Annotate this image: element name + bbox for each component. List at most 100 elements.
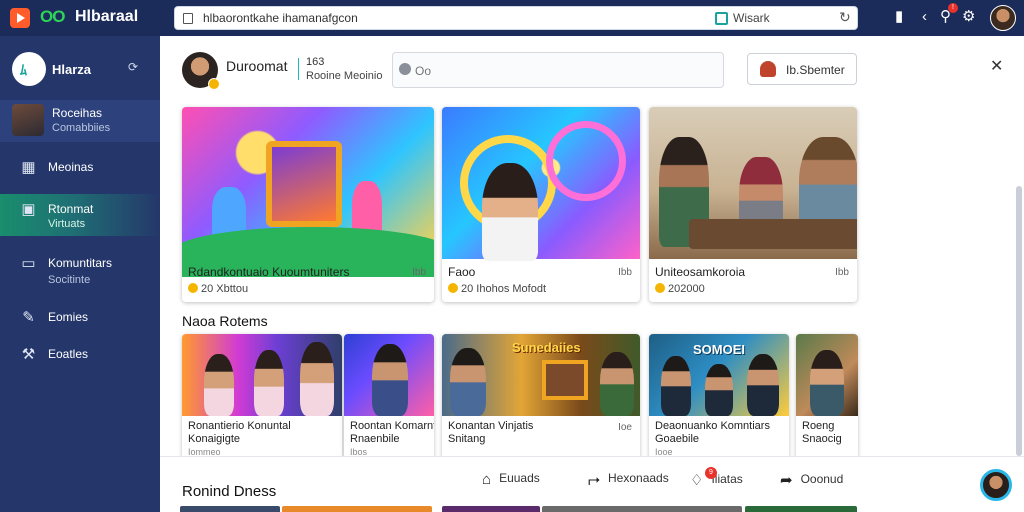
sidebar-item-komuntitars[interactable]: ▭ Komuntitars Socitinte xyxy=(0,248,160,286)
video-card[interactable]: Faoo Ibb 20 Ihohos Mofodt xyxy=(442,107,640,302)
gear-icon[interactable]: ⚙ xyxy=(962,7,975,27)
thumbnail-banner: SOMOEI xyxy=(693,342,746,357)
video-card[interactable]: Sunedaiies Konantan Vinjatis Snitang Ioe xyxy=(442,334,640,459)
card-thumbnail[interactable]: SOMOEI xyxy=(649,334,789,416)
user-avatar[interactable] xyxy=(990,5,1016,31)
coin-icon xyxy=(188,283,198,293)
extension-label[interactable]: Wisark xyxy=(733,11,770,25)
card-title[interactable]: Konantan Vinjatis xyxy=(448,420,533,432)
nav-label: Euuads xyxy=(499,471,540,485)
close-icon[interactable]: ✕ xyxy=(990,56,1003,76)
nav-label: Ooonud xyxy=(800,472,844,486)
card-title[interactable]: Deaonuanko Komntiars xyxy=(655,420,770,432)
section-title: Ronind Dness xyxy=(182,483,277,500)
bell-icon: ♢ xyxy=(690,472,704,489)
video-card[interactable]: Uniteosamkoroia Ibb 202000 xyxy=(649,107,857,302)
person-graphic xyxy=(705,364,733,416)
search-icon xyxy=(399,63,411,75)
wrench-icon: ⚒ xyxy=(21,346,36,363)
card-thumbnail[interactable] xyxy=(796,334,858,416)
card-thumbnail[interactable] xyxy=(182,107,434,277)
card-meta: 20 Ihohos Mofodt xyxy=(448,283,546,295)
back-icon[interactable]: ‹ xyxy=(922,7,927,27)
user-icon xyxy=(760,61,776,77)
bookmark-icon[interactable]: ▮ xyxy=(895,7,903,27)
bottom-thumbnail-strip xyxy=(180,506,1010,512)
card-thumbnail[interactable] xyxy=(442,107,640,261)
divider xyxy=(298,58,299,80)
channel-stat: 163 xyxy=(306,56,325,68)
nav-item-ooonud[interactable]: ➦ Ooonud xyxy=(780,471,843,489)
video-card[interactable]: Ronantierio Konuntal Konaigigte Iommeo xyxy=(182,334,342,459)
scrollbar[interactable] xyxy=(1016,186,1022,456)
card-thumbnail[interactable] xyxy=(649,107,857,259)
card-thumbnail[interactable] xyxy=(344,334,434,416)
floating-avatar[interactable] xyxy=(980,469,1012,501)
thumbnail-preview[interactable] xyxy=(282,506,432,512)
section-title: Naoa Rotems xyxy=(182,313,268,329)
thumbnail-banner: Sunedaiies xyxy=(512,340,581,355)
video-card[interactable]: Roeng Snaocig xyxy=(796,334,858,459)
card-title[interactable]: Uniteosamkoroia xyxy=(655,265,745,279)
url-text[interactable]: hlbaorontkahe ihamanafgcon xyxy=(203,11,358,25)
forward-icon: ➦ xyxy=(780,472,793,489)
url-bar[interactable]: hlbaorontkahe ihamanafgcon Wisark ↻ xyxy=(174,6,858,30)
nav-label: Hexonaads xyxy=(608,471,669,485)
extension-icon[interactable] xyxy=(715,12,728,25)
card-title[interactable]: Roontan Komarnt xyxy=(350,420,434,432)
play-logo-icon[interactable] xyxy=(10,8,30,28)
card-title[interactable]: Rdandkontuaio Kuoumtuniters xyxy=(188,265,349,279)
video-card[interactable]: Rdandkontuaio Kuoumtuniters Ibb 20 Xbtto… xyxy=(182,107,434,302)
brand-logo-icon[interactable]: ﾑ xyxy=(12,52,46,86)
card-title[interactable]: Faoo xyxy=(448,265,475,279)
sidebar-brand: Hlarza xyxy=(52,62,92,77)
notification-badge: ! xyxy=(948,3,958,13)
card-meta: 202000 xyxy=(655,283,705,295)
card-subtitle: Goaebile xyxy=(655,433,700,445)
sidebar-item-eomies[interactable]: ✎ Eomies xyxy=(0,302,160,334)
thumbnail-preview[interactable] xyxy=(542,506,742,512)
search-box[interactable] xyxy=(392,52,724,88)
card-thumbnail[interactable] xyxy=(182,334,342,416)
thumbnail-preview[interactable] xyxy=(180,506,280,512)
sidebar-item-rtonmat[interactable]: ▣ Rtonmat Virtuats xyxy=(0,194,160,236)
search-input[interactable] xyxy=(415,61,705,81)
reload-icon[interactable]: ↻ xyxy=(839,9,851,26)
person-graphic xyxy=(254,350,284,416)
coin-icon xyxy=(448,283,458,293)
coin-icon xyxy=(655,283,665,293)
card-thumbnail[interactable]: Sunedaiies xyxy=(442,334,640,416)
sidebar-item-label: Rtonmat xyxy=(48,202,94,216)
subscribe-button[interactable]: Ib.Sbemter xyxy=(747,53,857,85)
share-icon: ⮣ xyxy=(588,471,601,488)
nav-item-hexonaads[interactable]: ⮣ Hexonaads xyxy=(588,471,669,488)
card-meta-text: 202000 xyxy=(668,283,705,295)
person-graphic xyxy=(204,354,234,416)
pen-icon: ✎ xyxy=(22,309,35,326)
home-icon: ⌂ xyxy=(482,471,492,488)
person-graphic xyxy=(372,344,408,416)
nav-item-euuads[interactable]: ⌂ Euuads xyxy=(482,471,540,488)
sidebar-profile[interactable]: Roceihas Comabbiies xyxy=(0,100,160,142)
sidebar-item-eoatles[interactable]: ⚒ Eoatles xyxy=(0,339,160,371)
sync-icon[interactable]: ⟳ xyxy=(128,60,138,74)
verified-badge-icon xyxy=(208,78,220,90)
frame-graphic xyxy=(542,360,588,400)
thumbnail-preview[interactable] xyxy=(442,506,540,512)
sidebar-item-meoinas[interactable]: ▦ Meoinas xyxy=(0,152,160,184)
card-title[interactable]: Ronantierio Konuntal xyxy=(188,420,291,432)
card-subtitle: Rnaenbile xyxy=(350,433,400,445)
person-graphic xyxy=(747,354,779,416)
sidebar-item-label: Meoinas xyxy=(48,160,94,174)
video-card[interactable]: SOMOEI Deaonuanko Komntiars Goaebile Ioo… xyxy=(649,334,789,459)
notification-badge: 9 xyxy=(705,467,717,479)
card-meta-text: 20 Xbttou xyxy=(201,283,249,295)
monitor-icon: ▣ xyxy=(21,201,36,218)
top-bar: OO Hlbaraal hlbaorontkahe ihamanafgcon W… xyxy=(0,0,1024,36)
channel-name[interactable]: Duroomat xyxy=(226,58,287,74)
video-card[interactable]: Roontan Komarnt Rnaenbile Ibos xyxy=(344,334,434,459)
thumbnail-preview[interactable] xyxy=(745,506,857,512)
card-title[interactable]: Roeng xyxy=(802,420,834,432)
card-side-label: Ibb xyxy=(835,267,849,278)
grid-icon: ▦ xyxy=(21,159,36,176)
